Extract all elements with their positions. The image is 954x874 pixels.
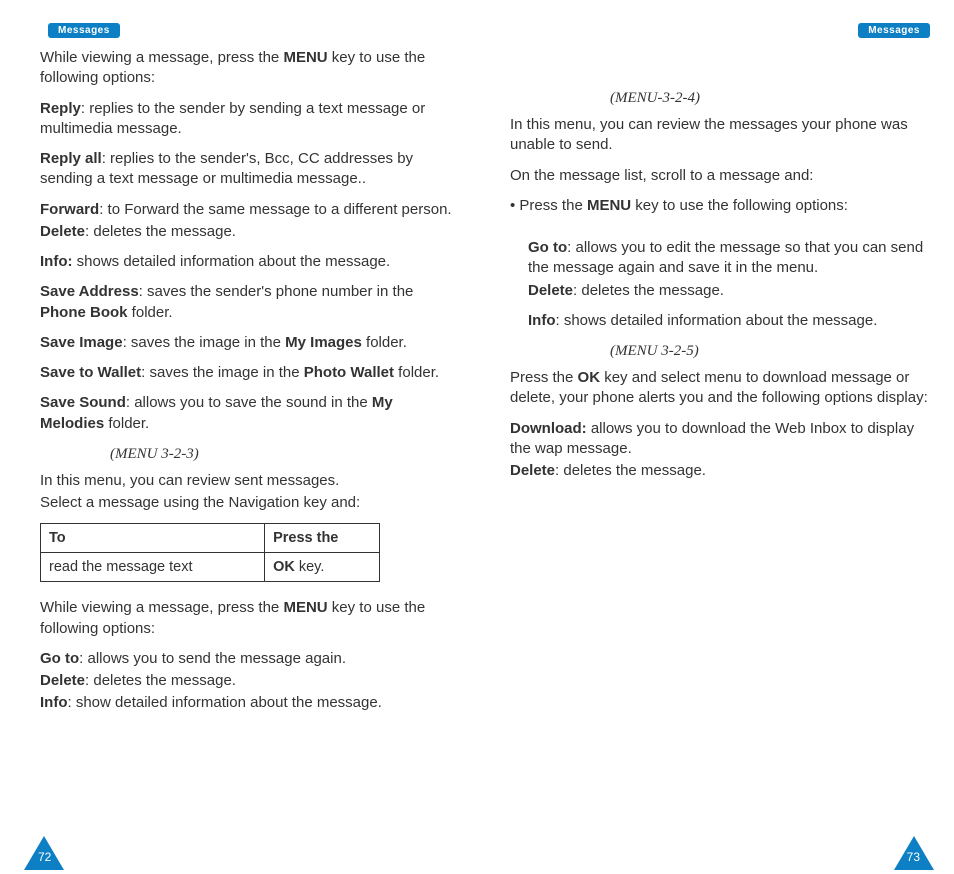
- text: shows detailed information about the mes…: [72, 253, 390, 270]
- para-failed: In this menu, you can review the message…: [510, 115, 930, 156]
- menu-ref-323: (MENU 3-2-3): [110, 446, 460, 463]
- text: : show detailed information about the me…: [68, 694, 382, 711]
- text: : deletes the message.: [573, 282, 724, 299]
- label: Reply: [40, 100, 81, 117]
- label: Info: [40, 694, 68, 711]
- table-header-row: To Press the: [41, 524, 380, 553]
- text: key.: [295, 559, 325, 575]
- opt-info-r: Info: shows detailed information about t…: [528, 311, 930, 331]
- label: Go to: [40, 650, 79, 667]
- td-action: read the message text: [41, 553, 265, 582]
- opt-reply-all: Reply all: replies to the sender's, Bcc,…: [40, 149, 460, 190]
- key-ok: OK: [273, 559, 295, 575]
- key-menu: MENU: [283, 49, 327, 66]
- action-table: To Press the read the message text OK ke…: [40, 523, 380, 582]
- text: : to Forward the same message to a diffe…: [99, 201, 451, 218]
- opt-info: Info: shows detailed information about t…: [40, 252, 460, 272]
- intro-para: While viewing a message, press the MENU …: [40, 48, 460, 89]
- menu-ref-324: (MENU-3-2-4): [610, 90, 930, 107]
- label: Info:: [40, 253, 72, 270]
- opt-delete: Delete: deletes the message.: [40, 222, 460, 242]
- text: Press the: [510, 369, 578, 386]
- label: Delete: [40, 223, 85, 240]
- opt-goto: Go to: allows you to send the message ag…: [40, 649, 460, 669]
- label: Info: [528, 312, 556, 329]
- label: Save Sound: [40, 394, 126, 411]
- text: : replies to the sender by sending a tex…: [40, 100, 425, 137]
- key-ok: OK: [578, 369, 601, 386]
- opt-reply: Reply: replies to the sender by sending …: [40, 99, 460, 140]
- opt-forward: Forward: to Forward the same message to …: [40, 200, 460, 220]
- label: Go to: [528, 239, 567, 256]
- intro-para-2: While viewing a message, press the MENU …: [40, 598, 460, 639]
- page-number-right: 73: [907, 850, 920, 864]
- right-page: Messages (MENU-3-2-4) In this menu, you …: [500, 20, 940, 491]
- opt-goto-r: Go to: allows you to edit the message so…: [528, 238, 930, 279]
- header-badge-right: Messages: [858, 23, 930, 38]
- sent-para-2: Select a message using the Navigation ke…: [40, 493, 460, 513]
- label: Save to Wallet: [40, 364, 141, 381]
- text: : saves the image in the: [141, 364, 304, 381]
- opt-save-address: Save Address: saves the sender's phone n…: [40, 282, 460, 323]
- bold-folder: My Images: [285, 334, 362, 351]
- text: folder.: [104, 415, 149, 432]
- opt-info-2: Info: show detailed information about th…: [40, 693, 460, 713]
- key-menu: MENU: [587, 197, 631, 214]
- th-to: To: [41, 524, 265, 553]
- opt-save-wallet: Save to Wallet: saves the image in the P…: [40, 363, 460, 383]
- opt-download: Download: allows you to download the Web…: [510, 419, 930, 460]
- text: : shows detailed information about the m…: [556, 312, 878, 329]
- key-menu: MENU: [283, 599, 327, 616]
- page-number-left: 72: [38, 850, 51, 864]
- label: Download:: [510, 420, 587, 437]
- label: Delete: [510, 462, 555, 479]
- text: folder.: [362, 334, 407, 351]
- th-press: Press the: [265, 524, 380, 553]
- text: : allows you to send the message again.: [79, 650, 346, 667]
- text: : saves the sender's phone number in the: [139, 283, 414, 300]
- text: : deletes the message.: [85, 223, 236, 240]
- text: While viewing a message, press the: [40, 49, 283, 66]
- opt-save-sound: Save Sound: allows you to save the sound…: [40, 393, 460, 434]
- text: : deletes the message.: [555, 462, 706, 479]
- text: : deletes the message.: [85, 672, 236, 689]
- text: folder.: [394, 364, 439, 381]
- label: Save Address: [40, 283, 139, 300]
- header-badge-left: Messages: [48, 23, 120, 38]
- opt-delete-2: Delete: deletes the message.: [40, 671, 460, 691]
- text: While viewing a message, press the: [40, 599, 283, 616]
- opt-save-image: Save Image: saves the image in the My Im…: [40, 333, 460, 353]
- label: Save Image: [40, 334, 123, 351]
- bold-folder: Phone Book: [40, 304, 128, 321]
- menu-ref-325: (MENU 3-2-5): [610, 343, 930, 360]
- bullet-menu: • Press the MENU key to use the followin…: [510, 196, 930, 216]
- text: folder.: [128, 304, 173, 321]
- left-page: Messages While viewing a message, press …: [30, 20, 470, 724]
- opt-delete-r: Delete: deletes the message.: [528, 281, 930, 301]
- label: Delete: [528, 282, 573, 299]
- para-scroll: On the message list, scroll to a message…: [510, 166, 930, 186]
- text: : allows you to edit the message so that…: [528, 239, 923, 276]
- text: : saves the image in the: [123, 334, 286, 351]
- para-ok-download: Press the OK key and select menu to down…: [510, 368, 930, 409]
- td-key: OK key.: [265, 553, 380, 582]
- label: Delete: [40, 672, 85, 689]
- opt-delete-r2: Delete: deletes the message.: [510, 461, 930, 481]
- label: Forward: [40, 201, 99, 218]
- sent-para-1: In this menu, you can review sent messag…: [40, 471, 460, 491]
- text: • Press the: [510, 197, 587, 214]
- label: Reply all: [40, 150, 102, 167]
- text: : allows you to save the sound in the: [126, 394, 372, 411]
- table-row: read the message text OK key.: [41, 553, 380, 582]
- text: key to use the following options:: [631, 197, 848, 214]
- bold-folder: Photo Wallet: [304, 364, 394, 381]
